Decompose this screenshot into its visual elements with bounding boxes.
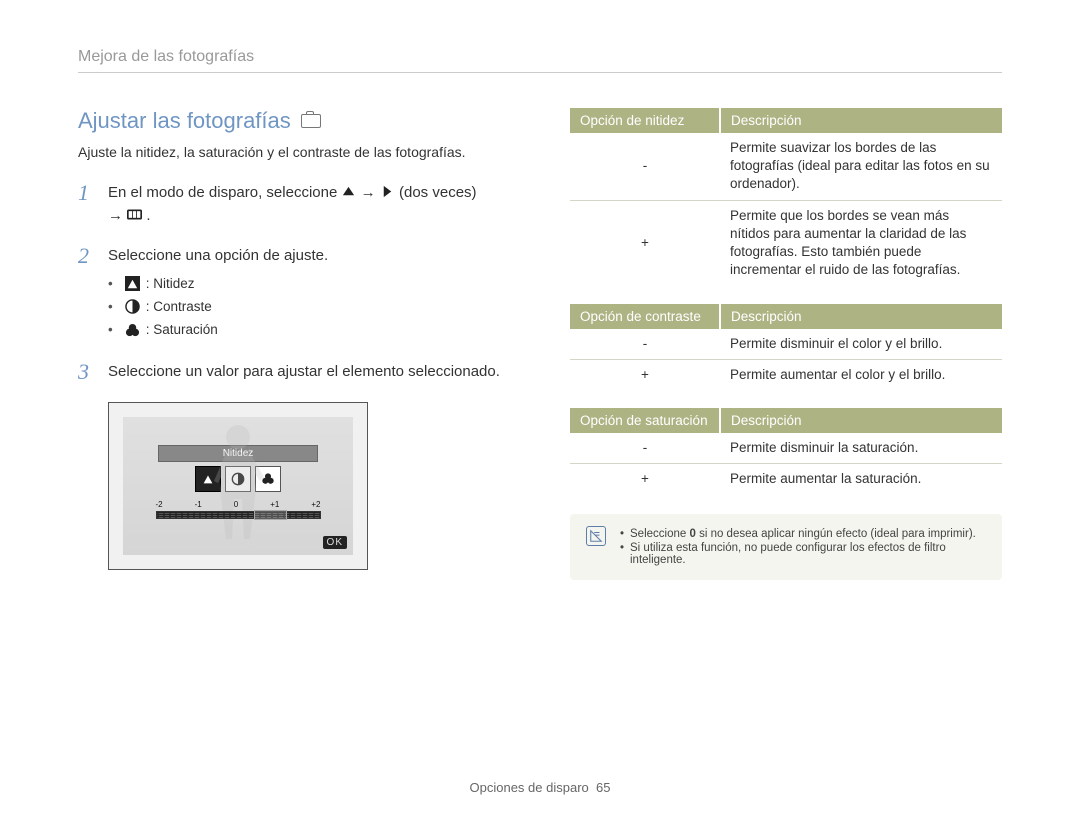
left-column: Ajustar las fotografías Ajuste la nitide… (78, 108, 510, 580)
scale-label: -2 (156, 500, 163, 509)
table-cell: Permite aumentar la saturación. (720, 464, 1002, 495)
table-row: + Permite aumentar la saturación. (570, 464, 1002, 495)
right-chevron-icon (380, 184, 395, 199)
note-box: Seleccione 0 si no desea aplicar ningún … (570, 514, 1002, 580)
step-number: 2 (78, 245, 96, 343)
step-3-text: Seleccione un valor para ajustar el elem… (108, 363, 500, 380)
arrow-icon: → (361, 184, 380, 201)
table-cell: Permite aumentar el color y el brillo. (720, 359, 1002, 390)
step-2-text: Seleccione una opción de ajuste. (108, 247, 328, 264)
note-text-pre: Seleccione (630, 528, 689, 540)
step-1-text-after: . (146, 207, 150, 224)
bullet-sharpness-label: : Nitidez (146, 274, 195, 294)
section-title-text: Ajustar las fotografías (78, 108, 291, 134)
table-cell: + (570, 359, 720, 390)
table-header: Descripción (720, 408, 1002, 433)
table-header: Opción de contraste (570, 304, 720, 329)
table-cell: Permite suavizar los bordes de las fotog… (720, 133, 1002, 200)
contrast-table: Opción de contraste Descripción - Permit… (570, 304, 1002, 390)
sharpness-table: Opción de nitidez Descripción - Permite … (570, 108, 1002, 286)
camera-display-frame: Nitidez -2 (108, 402, 368, 570)
table-row: - Permite disminuir el color y el brillo… (570, 329, 1002, 360)
contrast-icon (125, 299, 140, 314)
table-header: Opción de saturación (570, 408, 720, 433)
table-row: - Permite suavizar los bordes de las fot… (570, 133, 1002, 200)
scale-label: +2 (311, 500, 320, 509)
table-header: Descripción (720, 108, 1002, 133)
note-text-pre: Si utiliza esta función, no puede config… (630, 542, 946, 566)
scale-track[interactable] (156, 511, 321, 519)
step-1: 1 En el modo de disparo, seleccione → (d… (78, 182, 510, 227)
camera-mode-icon (301, 114, 321, 128)
bullet-saturation: : Saturación (108, 320, 510, 340)
table-cell: - (570, 133, 720, 200)
note-list: Seleccione 0 si no desea aplicar ningún … (620, 526, 986, 568)
table-cell: + (570, 464, 720, 495)
table-header: Descripción (720, 304, 1002, 329)
footer-page-number: 65 (596, 780, 610, 795)
step-1-text-mid: (dos veces) (399, 184, 477, 201)
note-icon (586, 526, 606, 546)
adjust-panel-icon (127, 207, 142, 222)
section-subtitle: Ajuste la nitidez, la saturación y el co… (78, 144, 510, 160)
steps-list: 1 En el modo de disparo, seleccione → (d… (78, 182, 510, 384)
bullet-sharpness: : Nitidez (108, 274, 510, 294)
table-cell: Permite disminuir el color y el brillo. (720, 329, 1002, 360)
up-arrow-icon (341, 184, 356, 199)
table-row: + Permite aumentar el color y el brillo. (570, 359, 1002, 390)
step-3: 3 Seleccione un valor para ajustar el el… (78, 361, 510, 384)
bullet-contrast: : Contraste (108, 297, 510, 317)
ok-button[interactable]: OK (323, 536, 347, 549)
breadcrumb: Mejora de las fotografías (78, 48, 1002, 73)
step-number: 3 (78, 361, 96, 384)
saturation-table: Opción de saturación Descripción - Permi… (570, 408, 1002, 494)
table-cell: - (570, 433, 720, 464)
sharpness-icon (125, 276, 140, 291)
table-cell: Permite disminuir la saturación. (720, 433, 1002, 464)
step-number: 1 (78, 182, 96, 227)
bullet-contrast-label: : Contraste (146, 297, 212, 317)
note-item: Seleccione 0 si no desea aplicar ningún … (620, 528, 986, 540)
table-row: - Permite disminuir la saturación. (570, 433, 1002, 464)
step-1-text-before: En el modo de disparo, seleccione (108, 184, 341, 201)
table-cell: Permite que los bordes se vean más nítid… (720, 200, 1002, 285)
footer-label: Opciones de disparo (470, 780, 589, 795)
saturation-icon (125, 323, 140, 338)
note-text-post: si no desea aplicar ningún efecto (ideal… (696, 528, 976, 540)
note-item: Si utiliza esta función, no puede config… (620, 542, 986, 566)
section-title: Ajustar las fotografías (78, 108, 510, 134)
step-2: 2 Seleccione una opción de ajuste. : Nit… (78, 245, 510, 343)
person-silhouette-icon (198, 419, 278, 539)
right-column: Opción de nitidez Descripción - Permite … (570, 108, 1002, 580)
page-footer: Opciones de disparo 65 (0, 780, 1080, 795)
scale-selection (254, 510, 287, 520)
table-row: + Permite que los bordes se vean más nít… (570, 200, 1002, 285)
arrow-icon: → (108, 207, 127, 224)
table-cell: + (570, 200, 720, 285)
table-header: Opción de nitidez (570, 108, 720, 133)
bullet-saturation-label: : Saturación (146, 320, 218, 340)
table-cell: - (570, 329, 720, 360)
